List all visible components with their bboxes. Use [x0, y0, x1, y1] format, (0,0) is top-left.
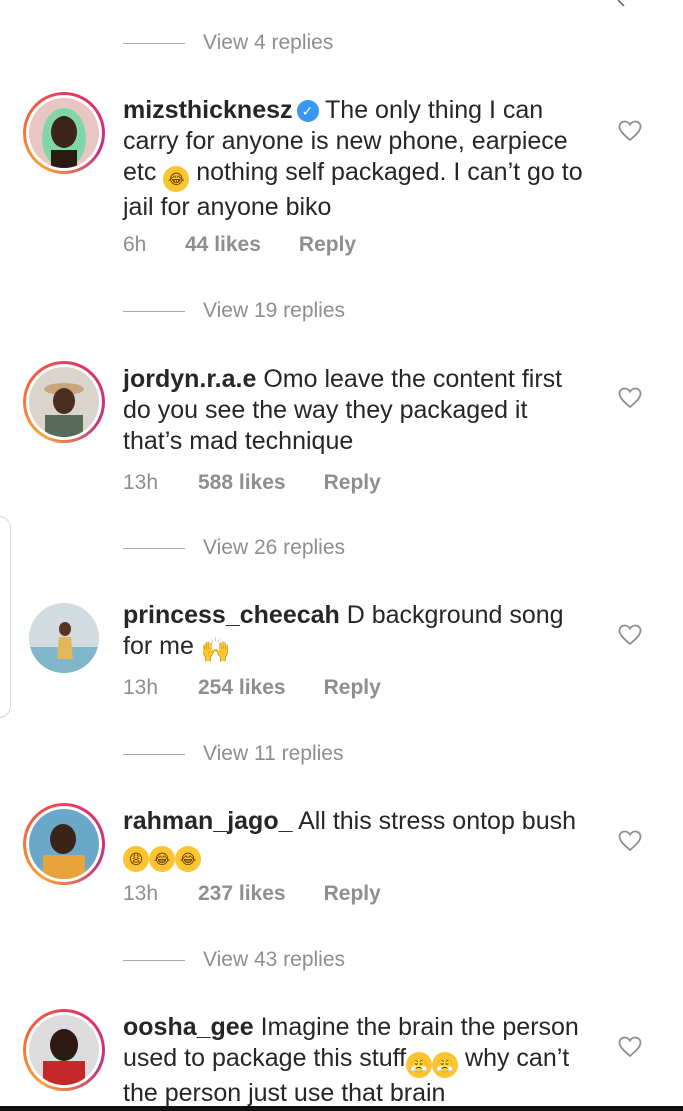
like-heart-icon[interactable]	[618, 120, 642, 142]
view-replies-label: View 11 replies	[203, 742, 344, 765]
reply-button[interactable]: Reply	[324, 471, 381, 495]
comment-username[interactable]: jordyn.r.a.e	[123, 365, 256, 393]
comment-body: princess_cheecah D background song for m…	[123, 600, 593, 664]
top-edge-mark	[617, 0, 625, 6]
avatar	[29, 367, 99, 437]
weary-face-emoji: 😩	[123, 846, 149, 872]
divider-line	[123, 547, 185, 549]
verified-badge-icon: ✓	[296, 100, 319, 122]
reply-button[interactable]: Reply	[324, 676, 381, 700]
likes-count[interactable]: 254 likes	[198, 676, 286, 700]
like-heart-icon[interactable]	[618, 1036, 642, 1058]
avatar	[29, 98, 99, 168]
comment-username[interactable]: oosha_gee	[123, 1013, 254, 1041]
bottom-edge-bar	[0, 1106, 683, 1111]
comment-meta: 6h 44 likes Reply	[123, 233, 356, 257]
side-panel-edge	[0, 516, 11, 718]
comment-time: 13h	[123, 882, 159, 905]
comment-time: 13h	[123, 471, 159, 494]
comment-meta: 13h 237 likes Reply	[123, 882, 381, 906]
likes-count[interactable]: 588 likes	[198, 471, 286, 495]
raising-hands-emoji: 🙌	[200, 637, 231, 664]
reply-button[interactable]: Reply	[299, 233, 356, 257]
comment-time: 6h	[123, 233, 147, 256]
like-heart-icon[interactable]	[618, 830, 642, 852]
divider-line	[123, 753, 185, 755]
view-replies-button[interactable]: View 4 replies	[123, 28, 333, 58]
comment-body: oosha_gee Imagine the brain the person u…	[123, 1012, 593, 1109]
avatar-story-ring[interactable]	[23, 361, 105, 443]
comment-username[interactable]: mizsthicknesz	[123, 96, 293, 124]
divider-line	[123, 959, 185, 961]
comment-meta: 13h 588 likes Reply	[123, 471, 381, 495]
comment-body: jordyn.r.a.e Omo leave the content first…	[123, 364, 593, 457]
face-with-tears-of-joy-emoji: 😂	[149, 846, 175, 872]
view-replies-button[interactable]: View 19 replies	[123, 296, 345, 326]
avatar-story-ring[interactable]	[23, 92, 105, 174]
view-replies-button[interactable]: View 26 replies	[123, 533, 345, 563]
comment-text-continued: nothing self packaged. I can’t go to jai…	[123, 158, 583, 221]
avatar-story-ring[interactable]	[23, 1009, 105, 1091]
reply-button[interactable]: Reply	[324, 882, 381, 906]
comment-text: All this stress ontop bush	[298, 807, 577, 835]
comment-username[interactable]: princess_cheecah	[123, 601, 340, 629]
likes-count[interactable]: 44 likes	[185, 233, 261, 257]
likes-count[interactable]: 237 likes	[198, 882, 286, 906]
avatar-story-ring[interactable]	[23, 803, 105, 885]
divider-line	[123, 42, 185, 44]
comment-username[interactable]: rahman_jago_	[123, 807, 293, 835]
face-with-steam-emoji: 😤	[432, 1052, 459, 1078]
like-heart-icon[interactable]	[618, 387, 642, 409]
view-replies-label: View 43 replies	[203, 948, 346, 971]
face-with-tears-of-joy-emoji: 😂	[163, 166, 190, 192]
view-replies-label: View 26 replies	[203, 536, 346, 559]
comment-body: mizsthicknesz ✓ The only thing I can carr…	[123, 95, 593, 223]
view-replies-label: View 19 replies	[203, 299, 346, 322]
comment-meta: 13h 254 likes Reply	[123, 676, 381, 700]
avatar	[29, 1015, 99, 1085]
view-replies-label: View 4 replies	[203, 31, 334, 54]
view-replies-button[interactable]: View 43 replies	[123, 945, 345, 975]
avatar[interactable]	[29, 603, 99, 673]
like-heart-icon[interactable]	[618, 624, 642, 646]
avatar	[29, 809, 99, 879]
face-with-steam-emoji: 😤	[406, 1052, 433, 1078]
comment-time: 13h	[123, 676, 159, 699]
face-with-tears-of-joy-emoji: 😂	[175, 846, 201, 872]
view-replies-button[interactable]: View 11 replies	[123, 739, 343, 769]
divider-line	[123, 310, 185, 312]
comment-body: rahman_jago_ All this stress ontop bush …	[123, 806, 593, 872]
